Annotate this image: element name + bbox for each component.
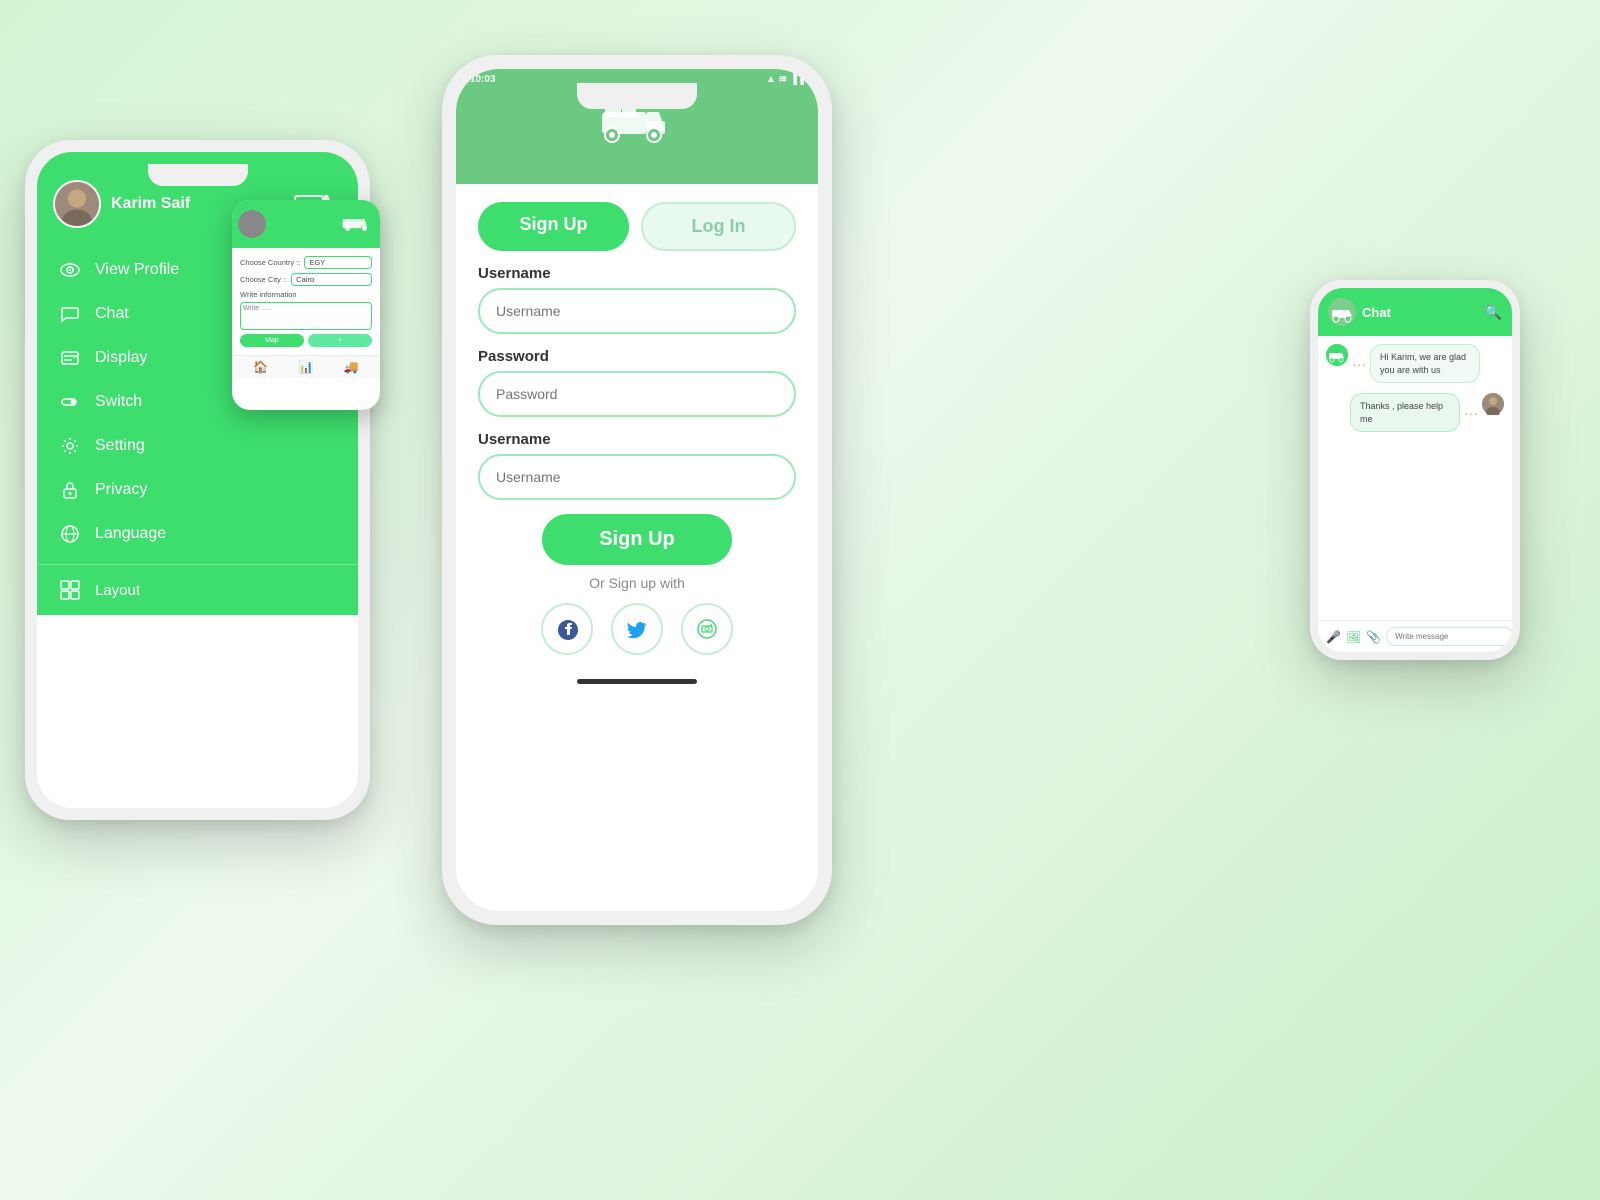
username-group-2: Username: [478, 431, 796, 500]
received-dots: ···: [1352, 356, 1366, 372]
mini-info-label: Write information: [240, 290, 372, 299]
password-label: Password: [478, 348, 796, 365]
signup-tab[interactable]: Sign Up: [478, 202, 629, 251]
mini-city-label: Choose City ::: [240, 275, 287, 284]
chat-title: Chat: [1362, 305, 1479, 320]
chat-input-bar: 🎤 🖼 📎 😊: [1318, 620, 1512, 652]
right-phone-screen: Chat 🔍 ··· Hi Karim, we are glad you are…: [1318, 288, 1512, 652]
avatar: [53, 180, 101, 228]
menu-item-privacy[interactable]: Privacy: [37, 468, 358, 512]
language-label: Language: [95, 525, 166, 543]
attachment-icon[interactable]: 📎: [1366, 630, 1381, 644]
mini-country-input: EGY: [304, 256, 372, 269]
username-input-1[interactable]: [478, 288, 796, 334]
chat-input[interactable]: [1386, 627, 1512, 646]
chat-message-sent: ··· Thanks , please help me: [1326, 393, 1504, 432]
display-icon: [59, 347, 81, 369]
mini-avatar: [238, 210, 266, 238]
username-label-1: Username: [478, 265, 796, 282]
msg-sender-avatar: [1326, 344, 1348, 366]
password-input[interactable]: [478, 371, 796, 417]
mini-textarea: Write .....: [240, 302, 372, 330]
right-phone: Chat 🔍 ··· Hi Karim, we are glad you are…: [1310, 280, 1520, 660]
signup-button[interactable]: Sign Up: [542, 514, 733, 565]
setting-label: Setting: [95, 437, 145, 455]
social-buttons: [478, 603, 796, 671]
username-label-2: Username: [478, 431, 796, 448]
mini-country-row: Choose Country :: EGY: [240, 256, 372, 269]
mini-map-btn[interactable]: Map: [240, 334, 304, 347]
center-phone-screen: 10:03 ▲ ≋ ▐▐: [456, 69, 818, 911]
chat-message-received: ··· Hi Karim, we are glad you are with u…: [1326, 344, 1504, 383]
center-phone: 10:03 ▲ ≋ ▐▐: [442, 55, 832, 925]
mini-nav: 🏠 📊 🚚: [232, 355, 380, 378]
microphone-icon[interactable]: 🎤: [1326, 630, 1341, 644]
auth-tabs: Sign Up Log In: [478, 184, 796, 265]
mini-country-label: Choose Country ::: [240, 258, 300, 267]
twitter-button[interactable]: [611, 603, 663, 655]
menu-item-language[interactable]: Language: [37, 512, 358, 556]
chat-body: ··· Hi Karim, we are glad you are with u…: [1318, 336, 1512, 620]
password-group: Password: [478, 348, 796, 417]
user-name-label: Karim Saif: [111, 195, 190, 213]
mini-overlay-content: Choose Country :: EGY Choose City :: Cai…: [232, 248, 380, 355]
layout-icon: [59, 579, 81, 601]
setting-icon: [59, 435, 81, 457]
menu-item-setting[interactable]: Setting: [37, 424, 358, 468]
left-footer[interactable]: Layout: [37, 564, 358, 615]
chat-label: Chat: [95, 305, 129, 323]
mini-city-row: Choose City :: Cairo: [240, 273, 372, 286]
username-input-2[interactable]: [478, 454, 796, 500]
privacy-icon: [59, 479, 81, 501]
home-indicator: [577, 679, 697, 684]
mini-overlay-header: [232, 200, 380, 248]
mini-buttons: Map +: [240, 334, 372, 347]
chat-icon: [59, 303, 81, 325]
chat-header: Chat 🔍: [1318, 288, 1512, 336]
chat-avatar: [1328, 298, 1356, 326]
sent-bubble: Thanks , please help me: [1350, 393, 1460, 432]
google-button[interactable]: [681, 603, 733, 655]
mini-chart-icon[interactable]: 📊: [299, 360, 314, 374]
login-tab[interactable]: Log In: [641, 202, 796, 251]
view-profile-icon: [59, 259, 81, 281]
status-time: 10:03: [470, 74, 496, 85]
switch-icon: [59, 391, 81, 413]
mini-home-icon[interactable]: 🏠: [253, 360, 268, 374]
msg-user-avatar: [1482, 393, 1504, 415]
or-text: Or Sign up with: [478, 575, 796, 591]
user-info: Karim Saif: [53, 180, 190, 228]
mini-city-input: Cairo: [291, 273, 372, 286]
center-phone-notch: [577, 83, 697, 109]
mini-extra-btn[interactable]: +: [308, 334, 372, 347]
display-label: Display: [95, 349, 147, 367]
sent-dots: ···: [1464, 405, 1478, 421]
left-phone: Karim Saif: [25, 140, 370, 820]
status-icons: ▲ ≋ ▐▐: [766, 74, 804, 85]
privacy-label: Privacy: [95, 481, 147, 499]
switch-label: Switch: [95, 393, 142, 411]
layout-label: Layout: [95, 582, 140, 599]
mini-truck-nav-icon[interactable]: 🚚: [344, 360, 359, 374]
mini-overlay-phone: Choose Country :: EGY Choose City :: Cai…: [232, 200, 380, 410]
received-bubble: Hi Karim, we are glad you are with us: [1370, 344, 1480, 383]
username-group-1: Username: [478, 265, 796, 334]
mini-truck-icon: [342, 214, 374, 235]
chat-search-icon[interactable]: 🔍: [1485, 304, 1502, 321]
image-icon[interactable]: 🖼: [1346, 630, 1361, 644]
center-body: Sign Up Log In Username Password Usernam…: [456, 184, 818, 671]
facebook-button[interactable]: [541, 603, 593, 655]
language-icon: [59, 523, 81, 545]
view-profile-label: View Profile: [95, 261, 179, 279]
left-phone-notch: [148, 164, 248, 186]
